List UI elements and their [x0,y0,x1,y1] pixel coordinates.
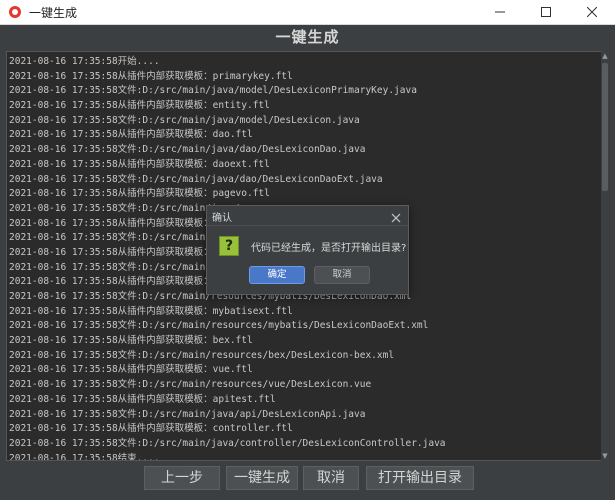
page-title: 一键生成 [275,28,340,46]
log-line: 2021-08-16 17:35:58文件:D:/src/main/java/m… [9,85,417,97]
log-line: 2021-08-16 17:35:58开始.... [9,56,160,67]
dialog-title: 确认 [212,213,232,224]
maximize-icon[interactable] [523,0,569,24]
log-line: 2021-08-16 17:35:58从插件内部获取模板：apitest.ftl [9,393,276,405]
dialog-message: 代码已经生成，是否打开输出目录? [251,243,407,254]
log-line: 2021-08-16 17:35:58从插件内部获取模板：pagevo.ftl [9,188,270,200]
open-output-dir-button[interactable]: 打开输出目录 [366,466,474,490]
log-line: 2021-08-16 17:35:58从插件内部获取模板：dao.ftl [9,129,253,141]
log-line: 2021-08-16 17:35:58从插件内部获取模板：primarykey.… [9,70,293,82]
log-line: 2021-08-16 17:35:58结束.... [9,452,160,461]
log-line: 2021-08-16 17:35:58从插件内部获取模板：entity.ftl [9,100,270,112]
log-line: 2021-08-16 17:35:58文件:D:/src/main/java/d… [9,173,383,185]
log-line: 2021-08-16 17:35:58文件:D:/src/main/resour… [9,320,429,332]
dialog-cancel-button[interactable]: 取消 [314,266,370,284]
log-line: 2021-08-16 17:35:58文件:D:/src/main/java/m… [9,114,360,126]
log-scrollbar[interactable]: ▲ ▼ [601,51,609,461]
log-line: 2021-08-16 17:35:58文件:D:/src/main/java/c… [9,437,446,449]
minimize-icon[interactable] [477,0,523,24]
ok-button[interactable]: 确定 [249,266,305,284]
log-line: 2021-08-16 17:35:58从插件内部获取模板：controller.… [9,423,293,435]
window-title-bar: 一键生成 [0,0,615,25]
app-logo-icon [9,6,21,18]
scroll-down-icon[interactable]: ▼ [601,452,609,460]
scroll-up-icon[interactable]: ▲ [601,52,609,60]
log-line: 2021-08-16 17:35:58文件:D:/src/main/resour… [9,379,372,391]
log-line: 2021-08-16 17:35:58从插件内部获取模板：mybatisext.… [9,305,293,317]
action-button-row: 上一步 一键生成 取消 打开输出目录 [0,466,615,490]
log-line: 2021-08-16 17:35:58从插件内部获取模板：vue.ftl [9,364,253,376]
scrollbar-thumb[interactable] [602,63,608,191]
window-title: 一键生成 [29,5,78,20]
log-line: 2021-08-16 17:35:58文件:D:/src/main/resour… [9,349,395,361]
dialog-title-bar: 确认 [207,206,408,226]
close-icon[interactable] [390,209,402,223]
cancel-button[interactable]: 取消 [303,466,359,490]
log-line: 2021-08-16 17:35:58文件:D:/src/main/java/d… [9,144,366,156]
log-line: 2021-08-16 17:35:58文件:D:/src/main/java/a… [9,408,366,420]
window-controls [477,0,615,24]
question-icon: ? [219,236,239,256]
log-line: 2021-08-16 17:35:58从插件内部获取模板：bex.ftl [9,335,253,347]
confirm-dialog: 确认 ? 代码已经生成，是否打开输出目录? 确定 取消 [206,205,409,295]
close-icon[interactable] [569,0,615,24]
generate-button[interactable]: 一键生成 [226,466,298,490]
prev-step-button[interactable]: 上一步 [144,466,220,490]
log-line: 2021-08-16 17:35:58从插件内部获取模板：daoext.ftl [9,158,270,170]
